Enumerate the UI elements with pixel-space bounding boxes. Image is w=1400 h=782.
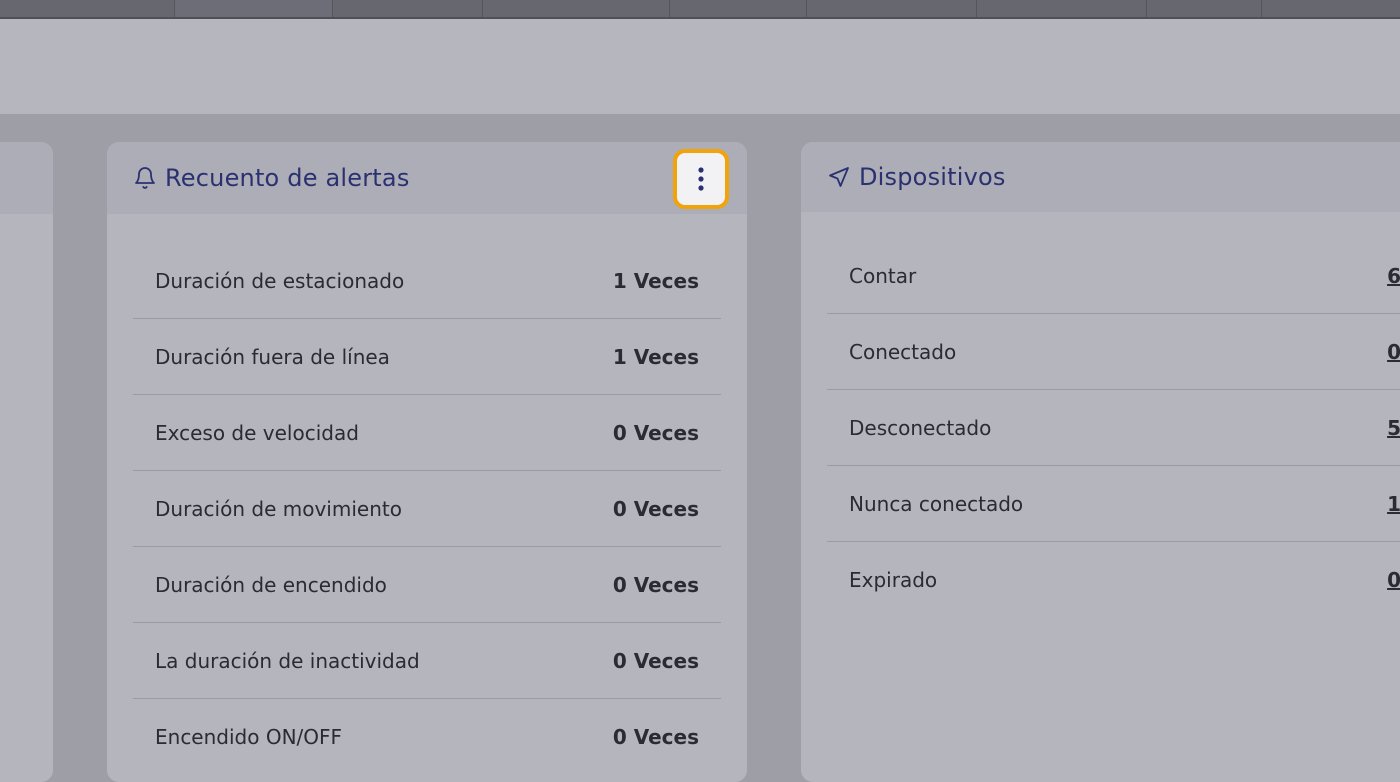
devices-card: Dispositivos Contar 6 Conectado 0 Descon… [801,142,1400,782]
device-row-disconnected: Desconectado 5 [827,390,1400,466]
tab-segment [1147,0,1262,17]
vertical-dots-icon [697,165,705,193]
alerts-card-menu-button[interactable] [673,149,729,209]
alert-row-label: Exceso de velocidad [155,420,359,445]
left-card [0,142,53,782]
devices-card-header: Dispositivos [801,142,1400,212]
alert-row-label: Duración fuera de línea [155,344,390,369]
devices-card-title: Dispositivos [859,163,1006,191]
tab-segment [1262,0,1400,17]
alerts-card-header: Recuento de alertas [107,142,747,214]
device-row-expired: Expirado 0 [827,542,1400,618]
alert-row-ignition-onoff: Encendido ON/OFF 0 Veces [133,699,721,775]
alert-row-value: 0 Veces [612,648,699,673]
device-row-count: Contar 6 [827,238,1400,314]
alert-row-value: 0 Veces [612,496,699,521]
top-tab-strip [0,0,1400,19]
alert-row-offline: Duración fuera de línea 1 Veces [133,319,721,395]
alerts-card: Recuento de alertas Duración de estacion… [107,142,747,782]
tab-segment [977,0,1147,17]
device-row-never-connected: Nunca conectado 1 [827,466,1400,542]
alert-row-label: Duración de encendido [155,572,387,597]
alert-row-value: 0 Veces [612,420,699,445]
device-row-label: Conectado [849,339,957,364]
navigation-arrow-icon [827,164,851,190]
left-card-header [0,142,53,214]
device-row-value-link[interactable]: 6 [1387,264,1400,288]
tab-segment [0,0,175,17]
alert-row-moving: Duración de movimiento 0 Veces [133,471,721,547]
devices-list: Contar 6 Conectado 0 Desconectado 5 Nunc… [827,238,1400,618]
device-row-value-link[interactable]: 1 [1387,492,1400,516]
device-row-label: Contar [849,263,917,288]
device-row-connected: Conectado 0 [827,314,1400,390]
alert-row-value: 0 Veces [612,572,699,597]
tab-segment [333,0,483,17]
bell-icon [133,165,157,191]
alert-row-value: 1 Veces [612,344,699,369]
alert-row-idle: La duración de inactividad 0 Veces [133,623,721,699]
tab-segment [175,0,333,17]
page-header [0,19,1400,114]
device-row-label: Desconectado [849,415,992,440]
tab-segment [807,0,977,17]
alert-row-label: Encendido ON/OFF [155,725,343,749]
alert-row-parking: Duración de estacionado 1 Veces [133,243,721,319]
alert-row-label: Duración de estacionado [155,268,405,293]
device-row-value-link[interactable]: 5 [1387,416,1400,440]
tab-segment [670,0,807,17]
alert-row-ignition: Duración de encendido 0 Veces [133,547,721,623]
alert-row-label: La duración de inactividad [155,648,420,673]
alerts-list: Duración de estacionado 1 Veces Duración… [133,243,721,775]
alerts-card-title: Recuento de alertas [165,164,410,192]
device-row-label: Nunca conectado [849,491,1024,516]
device-row-value-link[interactable]: 0 [1387,568,1400,592]
alert-row-value: 0 Veces [612,725,699,749]
tab-segment [483,0,670,17]
device-row-label: Expirado [849,568,938,592]
alert-row-speeding: Exceso de velocidad 0 Veces [133,395,721,471]
alert-row-value: 1 Veces [612,268,699,293]
device-row-value-link[interactable]: 0 [1387,340,1400,364]
alert-row-label: Duración de movimiento [155,496,402,521]
